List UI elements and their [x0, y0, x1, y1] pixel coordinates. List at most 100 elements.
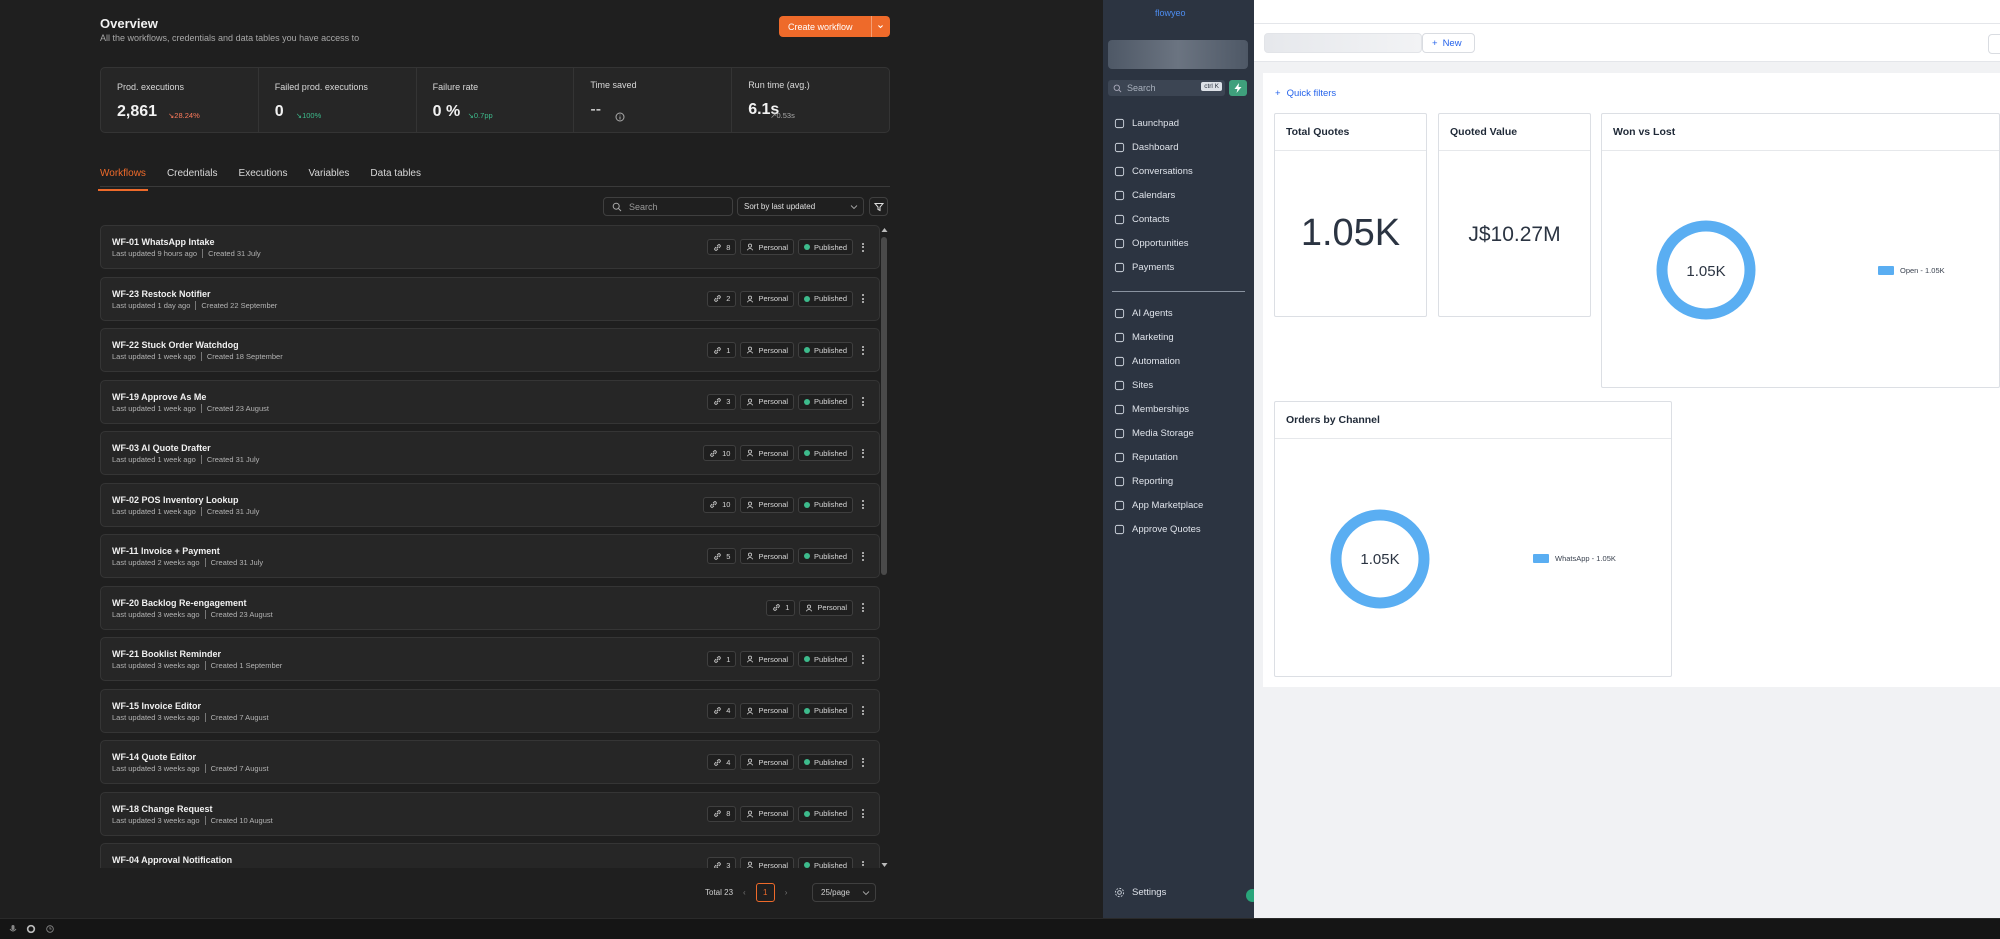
workflow-name[interactable]: WF-23 Restock Notifier [112, 289, 211, 299]
workflow-row[interactable]: WF-20 Backlog Re-engagement Last updated … [100, 585, 880, 630]
sidebar-item-opportunities[interactable]: Opportunities [1114, 238, 1189, 249]
workflow-row[interactable]: WF-11 Invoice + Payment Last updated 2 we… [100, 534, 880, 578]
prev-page-icon[interactable]: ‹ [743, 888, 746, 897]
legend-item[interactable]: Open - 1.05K [1878, 266, 1945, 275]
more-options-icon[interactable] [857, 242, 869, 252]
tab-data-tables[interactable]: Data tables [370, 168, 421, 187]
sidebar-item-reputation[interactable]: Reputation [1114, 452, 1178, 463]
stat-prod-executions[interactable]: Prod. executions 2,861 ↘28.24% [101, 68, 259, 132]
per-page-select[interactable]: 25/page [812, 883, 876, 902]
more-options-icon[interactable] [857, 551, 869, 561]
sidebar-item-memberships[interactable]: Memberships [1114, 404, 1189, 415]
owner-badge[interactable]: Personal [740, 548, 795, 564]
link-count-badge[interactable]: 5 [707, 548, 737, 564]
sidebar-item-automation[interactable]: Automation [1114, 356, 1180, 367]
owner-badge[interactable]: Personal [740, 651, 795, 667]
stat-failed-executions[interactable]: Failed prod. executions 0 ↘100% [259, 68, 417, 132]
owner-badge[interactable]: Personal [740, 445, 795, 461]
crm-search-input[interactable]: Search ctrl K [1108, 80, 1225, 96]
sidebar-item-calendars[interactable]: Calendars [1114, 190, 1175, 201]
link-count-badge[interactable]: 3 [707, 393, 737, 410]
scrollbar-thumb[interactable] [881, 237, 887, 575]
microphone-icon[interactable] [9, 924, 17, 934]
workflow-row[interactable]: WF-01 WhatsApp Intake Last updated 9 hour… [100, 225, 880, 269]
owner-badge[interactable]: Personal [740, 805, 795, 822]
workflow-name[interactable]: WF-22 Stuck Order Watchdog [112, 340, 239, 350]
link-count-badge[interactable]: 1 [707, 651, 737, 667]
owner-badge[interactable]: Personal [740, 342, 795, 358]
workflow-name[interactable]: WF-11 Invoice + Payment [112, 546, 220, 556]
sidebar-item-settings[interactable]: Settings [1114, 887, 1166, 898]
stat-run-time[interactable]: Run time (avg.) 6.1s ↗0.53s [732, 68, 889, 132]
link-count-badge[interactable]: 10 [703, 496, 737, 513]
workflow-row[interactable]: WF-18 Change Request Last updated 3 weeks… [100, 791, 880, 836]
card-orders-by-channel[interactable]: Orders by Channel 1.05K WhatsApp - 1.05K [1274, 401, 1672, 677]
workflow-name[interactable]: WF-18 Change Request [112, 804, 213, 814]
owner-badge[interactable]: Personal [740, 393, 795, 410]
sidebar-item-ai-agents[interactable]: AI Agents [1114, 308, 1173, 319]
link-count-badge[interactable]: 8 [707, 805, 737, 822]
more-options-icon[interactable] [857, 654, 869, 664]
workflow-name[interactable]: WF-14 Quote Editor [112, 752, 196, 762]
workflow-name[interactable]: WF-15 Invoice Editor [112, 701, 201, 711]
link-count-badge[interactable]: 8 [707, 239, 737, 255]
sidebar-item-approve-quotes[interactable]: Approve Quotes [1114, 524, 1201, 535]
link-count-badge[interactable]: 4 [707, 754, 737, 770]
workflow-row[interactable]: WF-21 Booklist Reminder Last updated 3 we… [100, 637, 880, 681]
more-options-icon[interactable] [857, 500, 869, 509]
sidebar-item-reporting[interactable]: Reporting [1114, 476, 1173, 487]
create-workflow-button[interactable]: Create workflow [779, 16, 890, 37]
new-button[interactable]: + New [1422, 33, 1475, 53]
workflow-name[interactable]: WF-20 Backlog Re-engagement [112, 598, 247, 608]
search-input[interactable]: Search [603, 197, 733, 216]
owner-badge[interactable]: Personal [740, 496, 795, 513]
workflow-row[interactable]: WF-19 Approve As Me Last updated 1 week a… [100, 379, 880, 424]
link-count-badge[interactable]: 4 [707, 702, 737, 719]
sidebar-item-launchpad[interactable]: Launchpad [1114, 118, 1179, 129]
link-count-badge[interactable]: 10 [703, 445, 737, 461]
workflow-row[interactable]: WF-23 Restock Notifier Last updated 1 day… [100, 276, 880, 321]
filter-button[interactable] [869, 197, 888, 216]
more-options-icon[interactable] [857, 860, 869, 868]
more-options-icon[interactable] [857, 397, 869, 406]
gear-icon[interactable] [26, 924, 36, 934]
workflow-row[interactable]: WF-14 Quote Editor Last updated 3 weeks a… [100, 740, 880, 784]
workflow-name[interactable]: WF-03 AI Quote Drafter [112, 443, 211, 453]
stat-failure-rate[interactable]: Failure rate 0 % ↘0.7pp [417, 68, 575, 132]
tab-executions[interactable]: Executions [239, 168, 288, 187]
timer-icon[interactable] [45, 924, 55, 934]
workflow-row[interactable]: WF-02 POS Inventory Lookup Last updated 1… [100, 482, 880, 527]
owner-badge[interactable]: Personal [740, 754, 795, 770]
sidebar-item-app-marketplace[interactable]: App Marketplace [1114, 500, 1203, 511]
sort-select[interactable]: Sort by last updated [737, 197, 864, 216]
more-options-icon[interactable] [857, 706, 869, 715]
owner-badge[interactable]: Personal [799, 599, 853, 616]
workflow-name[interactable]: WF-19 Approve As Me [112, 392, 206, 402]
sidebar-item-payments[interactable]: Payments [1114, 262, 1174, 273]
account-switcher[interactable] [1108, 40, 1248, 69]
owner-badge[interactable]: Personal [740, 239, 795, 255]
owner-badge[interactable]: Personal [740, 702, 795, 719]
info-icon[interactable] [615, 112, 625, 122]
link-count-badge[interactable]: 1 [766, 599, 796, 616]
tab-variables[interactable]: Variables [308, 168, 349, 187]
workflow-row[interactable]: WF-03 AI Quote Drafter Last updated 1 wee… [100, 431, 880, 475]
card-won-vs-lost[interactable]: Won vs Lost 1.05K Open - 1.05K [1601, 113, 2000, 388]
owner-badge[interactable]: Personal [740, 857, 795, 868]
page-number[interactable]: 1 [755, 883, 775, 902]
sidebar-item-conversations[interactable]: Conversations [1114, 166, 1193, 177]
more-options-icon[interactable] [857, 757, 869, 767]
card-total-quotes[interactable]: Total Quotes 1.05K [1274, 113, 1427, 317]
quick-action-button[interactable] [1229, 80, 1247, 96]
legend-item[interactable]: WhatsApp - 1.05K [1533, 554, 1616, 563]
workflow-name[interactable]: WF-21 Booklist Reminder [112, 649, 221, 659]
owner-badge[interactable]: Personal [740, 290, 795, 307]
sidebar-item-sites[interactable]: Sites [1114, 380, 1153, 391]
tab-credentials[interactable]: Credentials [167, 168, 218, 187]
workflow-name[interactable]: WF-01 WhatsApp Intake [112, 237, 215, 247]
list-scrollbar[interactable] [881, 227, 888, 868]
stat-time-saved[interactable]: Time saved -- [574, 68, 733, 132]
more-options-icon[interactable] [857, 603, 869, 612]
toolbar-action-button[interactable] [1988, 34, 2000, 54]
link-count-badge[interactable]: 1 [707, 342, 737, 358]
